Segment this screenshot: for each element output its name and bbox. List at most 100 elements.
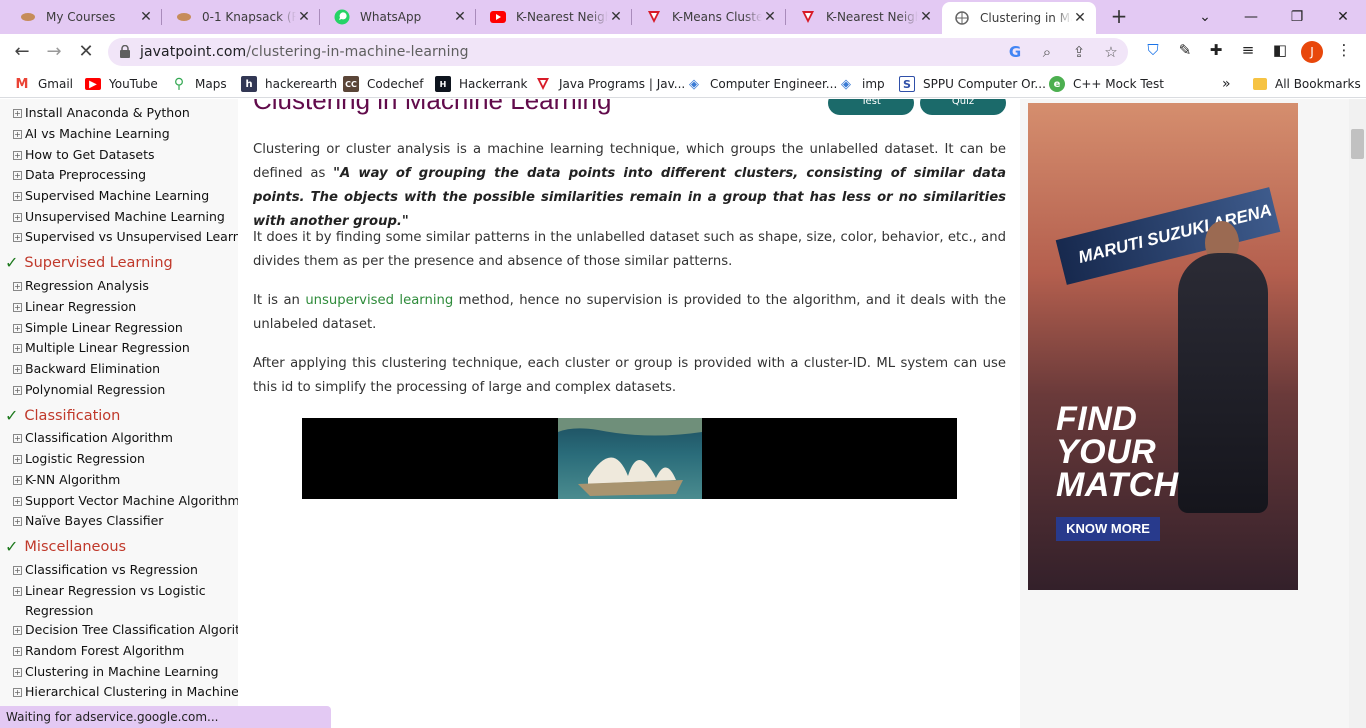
ad-headline-line: MATCH <box>1056 466 1179 504</box>
scrollbar-thumb[interactable] <box>1351 129 1364 159</box>
bookmark-label: SPPU Computer Or... <box>923 77 1046 91</box>
unsupervised-learning-link[interactable]: unsupervised learning <box>305 293 453 308</box>
close-icon[interactable]: ✕ <box>138 9 154 25</box>
sidebar-item-svm[interactable]: + Support Vector Machine Algorithm <box>13 491 238 511</box>
bookmark-maps[interactable]: ⚲ Maps <box>171 75 227 93</box>
sidebar-item-naive-bayes[interactable]: + Naïve Bayes Classifier <box>13 511 163 531</box>
sidebar-item-logistic-regression[interactable]: + Logistic Regression <box>13 449 145 469</box>
side-panel-icon[interactable]: ◧ <box>1270 40 1290 60</box>
sidebar-item-linear-regression[interactable]: + Linear Regression <box>13 297 136 317</box>
url-text[interactable]: javatpoint.com/clustering-in-machine-lea… <box>140 44 469 60</box>
tab-my-courses[interactable]: My Courses ✕ <box>8 0 162 34</box>
minimize-icon[interactable]: — <box>1238 4 1264 30</box>
bookmark-hackerearth[interactable]: h hackerearth <box>241 75 337 93</box>
sidebar-item-backward-elimination[interactable]: + Backward Elimination <box>13 359 160 379</box>
bookmarks-overflow-icon[interactable]: » <box>1222 75 1231 93</box>
sidebar-heading-label: Classification <box>24 407 121 424</box>
media-control-icon[interactable]: ≡ <box>1238 40 1258 60</box>
sidebar-item-decision-tree[interactable]: + Decision Tree Classification Algorithm <box>13 620 238 640</box>
sidebar-item-unsupervised-ml[interactable]: + Unsupervised Machine Learning <box>13 207 225 227</box>
window-close-icon[interactable]: ✕ <box>1330 4 1356 30</box>
close-icon[interactable]: ✕ <box>296 9 312 25</box>
sidebar-item-ai-vs-ml[interactable]: + AI vs Machine Learning <box>13 124 170 144</box>
restore-icon[interactable]: ❐ <box>1284 4 1310 30</box>
bookmarks-bar: M Gmail ▶ YouTube ⚲ Maps h hackerearth CC Cod… <box>0 70 1366 98</box>
tab-kmeans[interactable]: K-Means Clustering ✕ <box>634 0 786 34</box>
tab-strip: My Courses ✕ 0-1 Knapsack (Recursion) ✕ … <box>0 0 1366 34</box>
sidebar-item-random-forest[interactable]: + Random Forest Algorithm <box>13 641 184 661</box>
bookmark-gmail[interactable]: M Gmail <box>14 75 73 93</box>
menu-kebab-icon[interactable]: ⋮ <box>1334 40 1354 60</box>
google-lens-icon[interactable]: G <box>1006 43 1024 61</box>
advertisement-banner[interactable]: MARUTI SUZUKI ARENA FIND YOUR MATCH KNOW… <box>1028 103 1298 590</box>
zoom-icon[interactable]: ⌕ <box>1038 43 1056 61</box>
page-scrollbar[interactable] <box>1349 99 1366 728</box>
sidebar-item-sup-vs-unsup[interactable]: + Supervised vs Unsupervised Learning <box>13 227 238 247</box>
all-bookmarks[interactable]: All Bookmarks <box>1253 75 1361 93</box>
expand-icon: + <box>13 109 22 118</box>
expand-icon: + <box>13 434 22 443</box>
stop-loading-icon[interactable]: ✕ <box>74 40 98 64</box>
extensions-puzzle-icon[interactable]: ✚ <box>1206 40 1226 60</box>
sidebar-item-hierarchical[interactable]: + Hierarchical Clustering in Machine <box>13 682 238 702</box>
hackerrank-icon: H <box>435 76 451 92</box>
address-bar[interactable]: javatpoint.com/clustering-in-machine-lea… <box>108 38 1128 66</box>
javatpoint-icon <box>646 9 662 25</box>
close-icon[interactable]: ✕ <box>608 9 624 25</box>
sidebar-item-regression-analysis[interactable]: + Regression Analysis <box>13 276 149 296</box>
tab-title: 0-1 Knapsack (Recursion) <box>202 10 296 24</box>
sidebar-item-knn[interactable]: + K-NN Algorithm <box>13 470 120 490</box>
bookmark-sppu[interactable]: S SPPU Computer Or... <box>899 75 1046 93</box>
sidebar-item-datasets[interactable]: + How to Get Datasets <box>13 145 154 165</box>
web-page: + Install Anaconda & Python + AI vs Machin… <box>0 99 1366 728</box>
paragraph-unsupervised: It is an unsupervised learning method, h… <box>253 289 1006 337</box>
test-button[interactable]: Test <box>828 99 914 115</box>
tutorial-sidebar: + Install Anaconda & Python + AI vs Machin… <box>0 99 238 728</box>
back-icon[interactable]: ← <box>10 40 34 64</box>
sidebar-item-class-vs-regression[interactable]: + Classification vs Regression <box>13 560 198 580</box>
bookmark-star-icon[interactable]: ☆ <box>1102 43 1120 61</box>
bookmark-cpp-mock[interactable]: e C++ Mock Test <box>1049 75 1164 93</box>
know-more-button[interactable]: KNOW MORE <box>1056 517 1160 541</box>
forward-icon[interactable]: → <box>42 40 66 64</box>
bookmark-youtube[interactable]: ▶ YouTube <box>85 75 158 93</box>
close-icon[interactable]: ✕ <box>918 9 934 25</box>
expand-icon: + <box>13 130 22 139</box>
sidebar-item-label: Data Preprocessing <box>25 167 147 182</box>
tab-knn-javatpoint[interactable]: K-Nearest Neighbor ✕ <box>788 0 942 34</box>
bookmark-hackerrank[interactable]: H Hackerrank <box>435 75 527 93</box>
sidebar-heading-label: Supervised Learning <box>24 254 173 271</box>
bookmark-java-programs[interactable]: Java Programs | Jav... <box>535 75 685 93</box>
tab-clustering[interactable]: Clustering in Machine Learning ✕ <box>942 2 1096 34</box>
lock-icon[interactable] <box>120 45 130 58</box>
eyedropper-extension-icon[interactable]: ✎ <box>1175 40 1195 60</box>
sidebar-item-polynomial[interactable]: + Polynomial Regression <box>13 380 165 400</box>
profile-avatar[interactable]: J <box>1301 41 1323 63</box>
bookmark-codechef[interactable]: CC Codechef <box>343 75 424 93</box>
sidebar-item-label: Multiple Linear Regression <box>25 340 190 355</box>
sidebar-item-simple-linear[interactable]: + Simple Linear Regression <box>13 318 183 338</box>
expand-icon: + <box>13 566 22 575</box>
tab-search-icon[interactable]: ⌄ <box>1192 4 1218 30</box>
sidebar-item-linear-vs-logistic[interactable]: + Linear Regression vs Logistic Regressio… <box>13 581 213 621</box>
sidebar-item-preprocessing[interactable]: + Data Preprocessing <box>13 165 146 185</box>
ad-person <box>1178 253 1268 513</box>
new-tab-button[interactable]: + <box>1108 6 1130 28</box>
tab-whatsapp[interactable]: WhatsApp ✕ <box>322 0 476 34</box>
share-icon[interactable]: ⇪ <box>1070 43 1088 61</box>
close-icon[interactable]: ✕ <box>762 9 778 25</box>
sidebar-item-classification-algorithm[interactable]: + Classification Algorithm <box>13 428 173 448</box>
close-icon[interactable]: ✕ <box>1072 10 1088 26</box>
bookmark-computer-engineer[interactable]: ◈ Computer Engineer... <box>686 75 837 93</box>
tab-knapsack[interactable]: 0-1 Knapsack (Recursion) ✕ <box>164 0 320 34</box>
sidebar-item-supervised-ml[interactable]: + Supervised Machine Learning <box>13 186 209 206</box>
sidebar-item-multiple-linear[interactable]: + Multiple Linear Regression <box>13 338 190 358</box>
video-ad-player[interactable] <box>302 418 957 499</box>
quiz-button[interactable]: Quiz <box>920 99 1006 115</box>
sidebar-item-clustering[interactable]: + Clustering in Machine Learning <box>13 662 219 682</box>
shield-extension-icon[interactable]: ⛉ <box>1143 40 1163 60</box>
tab-knn-youtube[interactable]: K-Nearest Neighbor ✕ <box>478 0 632 34</box>
sidebar-item-install-anaconda[interactable]: + Install Anaconda & Python <box>13 103 190 123</box>
close-icon[interactable]: ✕ <box>452 9 468 25</box>
bookmark-imp[interactable]: ◈ imp <box>838 75 885 93</box>
